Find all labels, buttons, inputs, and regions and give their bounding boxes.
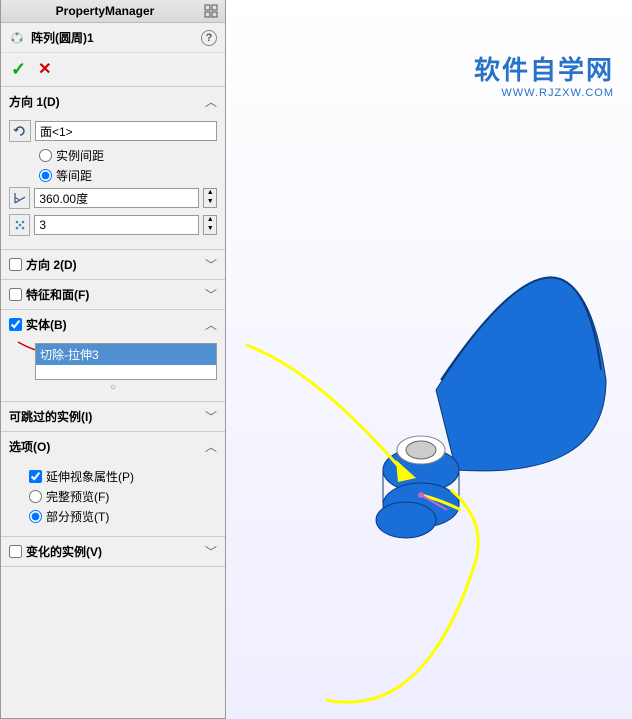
section-header-direction2[interactable]: 方向 2(D) ﹀	[1, 250, 225, 279]
angle-spinner[interactable]: ▲▼	[203, 188, 217, 208]
angle-input[interactable]	[34, 188, 199, 208]
skippable-label: 可跳过的实例(I)	[9, 408, 92, 425]
reverse-direction-icon[interactable]	[9, 120, 31, 142]
section-header-bodies[interactable]: 实体(B) ︿	[1, 310, 225, 339]
panel-title: PropertyManager	[7, 4, 203, 18]
section-varied: 变化的实例(V) ﹀	[1, 537, 225, 567]
section-options: 选项(O) ︿ 延伸视象属性(P) 完整预览(F) 部分预览(T)	[1, 432, 225, 537]
section-header-varied[interactable]: 变化的实例(V) ﹀	[1, 537, 225, 566]
chevron-up-icon: ︿	[205, 316, 217, 333]
radio-instance-spacing-label: 实例间距	[56, 147, 104, 164]
panel-header: PropertyManager	[1, 0, 225, 23]
chevron-down-icon: ﹀	[205, 408, 217, 425]
viewport[interactable]: 软件自学网 WWW.RJZXW.COM 方向一 间距: ▲▼ 实例: ▲▼	[226, 0, 632, 719]
chevron-up-icon: ︿	[205, 438, 217, 455]
chevron-down-icon: ﹀	[205, 256, 217, 273]
count-spinner[interactable]: ▲▼	[203, 215, 217, 235]
axis-input[interactable]	[35, 121, 217, 141]
extend-visual-checkbox[interactable]	[29, 470, 42, 483]
ok-button[interactable]: ✓	[11, 59, 26, 80]
cancel-button[interactable]: ✕	[38, 59, 51, 80]
chevron-down-icon: ﹀	[205, 543, 217, 560]
bodies-checkbox[interactable]	[9, 318, 22, 331]
varied-label: 变化的实例(V)	[26, 543, 102, 560]
section-direction1: 方向 1(D) ︿ 实例间距 等间距	[1, 87, 225, 250]
partial-preview-radio[interactable]	[29, 510, 42, 523]
full-preview-radio[interactable]	[29, 490, 42, 503]
instances-icon[interactable]	[9, 214, 30, 236]
feature-row: 阵列(圆周)1 ?	[1, 23, 225, 53]
count-input[interactable]	[34, 215, 199, 235]
list-item[interactable]: 切除-拉伸3	[36, 344, 216, 365]
section-direction2: 方向 2(D) ﹀	[1, 250, 225, 280]
help-icon[interactable]: ?	[201, 30, 217, 46]
direction1-label: 方向 1(D)	[9, 93, 60, 110]
options-label: 选项(O)	[9, 438, 50, 455]
list-empty-row	[36, 365, 216, 379]
section-header-options[interactable]: 选项(O) ︿	[1, 432, 225, 461]
full-preview-label: 完整预览(F)	[46, 488, 109, 505]
extend-visual-row[interactable]: 延伸视象属性(P)	[29, 468, 217, 485]
radio-equal-spacing[interactable]: 等间距	[39, 167, 217, 184]
direction2-label: 方向 2(D)	[26, 256, 77, 273]
resize-handle-icon[interactable]: ○	[9, 382, 217, 393]
feature-name: 阵列(圆周)1	[31, 29, 201, 46]
features-faces-checkbox[interactable]	[9, 288, 22, 301]
features-faces-label: 特征和面(F)	[26, 286, 89, 303]
section-header-features-faces[interactable]: 特征和面(F) ﹀	[1, 280, 225, 309]
chevron-up-icon: ︿	[205, 93, 217, 110]
bodies-list[interactable]: 切除-拉伸3	[35, 343, 217, 380]
section-skippable: 可跳过的实例(I) ﹀	[1, 402, 225, 432]
partial-preview-label: 部分预览(T)	[46, 508, 109, 525]
section-header-skippable[interactable]: 可跳过的实例(I) ﹀	[1, 402, 225, 431]
confirm-row: ✓ ✕	[1, 53, 225, 87]
partial-preview-row[interactable]: 部分预览(T)	[29, 508, 217, 525]
section-header-direction1[interactable]: 方向 1(D) ︿	[1, 87, 225, 116]
radio-instance-spacing[interactable]: 实例间距	[39, 147, 217, 164]
section-bodies: 实体(B) ︿ 切除-拉伸3 ○	[1, 310, 225, 402]
full-preview-row[interactable]: 完整预览(F)	[29, 488, 217, 505]
watermark-cn: 软件自学网	[474, 50, 614, 87]
varied-checkbox[interactable]	[9, 545, 22, 558]
extend-visual-label: 延伸视象属性(P)	[46, 468, 134, 485]
radio-instance-spacing-input[interactable]	[39, 149, 52, 162]
angle-icon[interactable]	[9, 187, 30, 209]
radio-equal-spacing-input[interactable]	[39, 169, 52, 182]
watermark-en: WWW.RJZXW.COM	[474, 87, 614, 99]
chevron-down-icon: ﹀	[205, 286, 217, 303]
radio-equal-spacing-label: 等间距	[56, 167, 92, 184]
model-preview	[226, 0, 632, 719]
bodies-label: 实体(B)	[26, 316, 67, 333]
direction2-checkbox[interactable]	[9, 258, 22, 271]
section-features-faces: 特征和面(F) ﹀	[1, 280, 225, 310]
circular-pattern-icon	[9, 30, 25, 46]
watermark: 软件自学网 WWW.RJZXW.COM	[474, 50, 614, 99]
pin-icon[interactable]	[203, 3, 219, 19]
